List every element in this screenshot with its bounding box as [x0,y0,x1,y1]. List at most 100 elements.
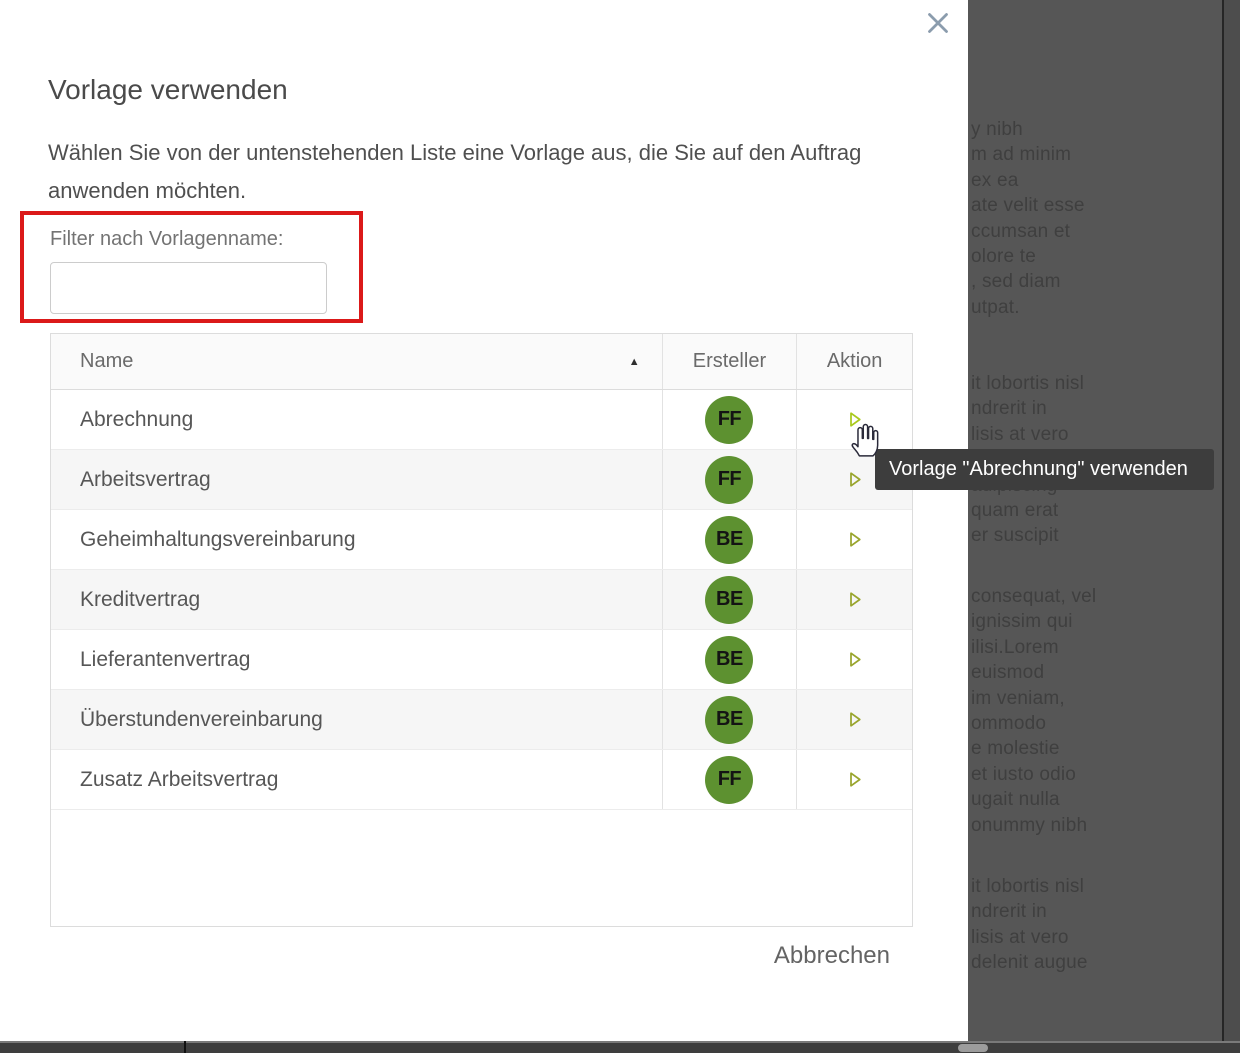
template-name: Lieferantenvertrag [51,630,663,689]
play-icon [844,709,865,730]
creator-initials: BE [716,708,743,731]
template-name: Zusatz Arbeitsvertrag [51,750,663,809]
cancel-button[interactable]: Abbrechen [774,942,890,970]
creator-cell: BE [663,570,798,629]
table-row[interactable]: Lieferantenvertrag BE [51,630,912,690]
close-button[interactable] [916,2,960,46]
table-row[interactable]: Geheimhaltungsvereinbarung BE [51,510,912,570]
templates-table: Name ▲ Ersteller Aktion Abrechnung FF [50,333,913,927]
creator-cell: BE [663,630,798,689]
background-text-line: lisis at vero [971,925,1223,950]
action-cell [797,570,912,629]
background-page-edge [1222,0,1240,1053]
use-template-button[interactable] [840,705,869,734]
column-header-name[interactable]: Name ▲ [51,334,663,389]
filter-input[interactable] [50,262,327,314]
sort-ascending-icon: ▲ [629,356,640,368]
template-name: Geheimhaltungsvereinbarung [51,510,663,569]
background-text-line: ignissim qui [971,609,1223,634]
screen: y nibhm ad minimex eaate velit esseccums… [0,0,1240,1053]
play-icon [844,469,865,490]
use-template-button[interactable] [840,765,869,794]
background-paragraph: y nibhm ad minimex eaate velit esseccums… [971,117,1223,320]
horizontal-scrollbar-thumb[interactable] [958,1044,988,1052]
background-text-line: it lobortis nisl [971,371,1223,396]
creator-badge: BE [705,696,753,744]
action-cell [797,750,912,809]
background-text-line: onummy nibh [971,813,1223,838]
template-name: Abrechnung [51,390,663,449]
creator-badge: BE [705,516,753,564]
background-text-line: olore te [971,244,1223,269]
column-header-ersteller: Ersteller [663,334,798,389]
column-header-name-label: Name [80,350,133,373]
background-text-line: , sed diam [971,269,1223,294]
background-text-line: it lobortis nisl [971,874,1223,899]
background-text-line: ndrerit in [971,396,1223,421]
background-text-line: delenit augue [971,950,1223,975]
creator-cell: FF [663,450,798,509]
use-template-button[interactable] [840,465,869,494]
creator-initials: BE [716,648,743,671]
creator-badge: FF [705,456,753,504]
background-text-line: euismod [971,660,1223,685]
background-paragraph: it lobortis nislndrerit inlisis at verod… [971,874,1223,976]
creator-initials: FF [718,408,741,431]
creator-badge: FF [705,396,753,444]
action-cell [797,690,912,749]
background-text-line: ommodo [971,711,1223,736]
template-name: Arbeitsvertrag [51,450,663,509]
table-row[interactable]: Zusatz Arbeitsvertrag FF [51,750,912,810]
use-template-button[interactable] [840,585,869,614]
background-text-line: ugait nulla [971,787,1223,812]
action-cell [797,630,912,689]
play-icon [844,589,865,610]
background-text-line: lisis at vero [971,422,1223,447]
play-icon [844,529,865,550]
background-text-line: y nibh [971,117,1223,142]
background-bottom-divider [184,1041,186,1053]
background-text-line: ccumsan et [971,219,1223,244]
hand-pointer-cursor-icon [846,420,880,458]
background-text-line: er suscipit [971,523,1223,548]
background-text-line: e molestie [971,736,1223,761]
column-header-aktion: Aktion [797,334,912,389]
creator-cell: FF [663,390,798,449]
creator-cell: BE [663,690,798,749]
action-cell [797,510,912,569]
background-text-line: et iusto odio [971,762,1223,787]
use-template-button[interactable] [840,525,869,554]
creator-initials: BE [716,588,743,611]
background-text-line: consequat, vel [971,584,1223,609]
close-icon [921,6,955,40]
background-text-line: utpat. [971,295,1223,320]
background-text-line: im veniam, [971,686,1223,711]
play-icon [844,769,865,790]
table-body: Abrechnung FF [51,390,912,810]
table-row[interactable]: Kreditvertrag BE [51,570,912,630]
dialog-description: Wählen Sie von der untenstehenden Liste … [48,134,864,210]
filter-label: Filter nach Vorlagenname: [50,228,283,251]
creator-badge: FF [705,756,753,804]
vorlage-verwenden-dialog: Vorlage verwenden Wählen Sie von der unt… [0,0,968,1041]
background-paragraph: consequat, velignissim quiilisi.Loremeui… [971,584,1223,838]
background-text-line: m ad minim [971,142,1223,167]
template-name: Überstundenvereinbarung [51,690,663,749]
background-text-line: ilisi.Lorem [971,635,1223,660]
table-header-row: Name ▲ Ersteller Aktion [51,334,912,390]
creator-badge: BE [705,576,753,624]
play-icon [844,649,865,670]
creator-cell: BE [663,510,798,569]
background-bottom-bar [0,1041,1240,1053]
background-text-line: ate velit esse [971,193,1223,218]
table-row[interactable]: Überstundenvereinbarung BE [51,690,912,750]
use-template-button[interactable] [840,645,869,674]
creator-badge: BE [705,636,753,684]
creator-initials: FF [718,768,741,791]
background-text: y nibhm ad minimex eaate velit esseccums… [971,0,1223,1053]
background-text-line: quam erat [971,498,1223,523]
creator-initials: FF [718,468,741,491]
dialog-title: Vorlage verwenden [48,74,288,106]
table-row[interactable]: Arbeitsvertrag FF [51,450,912,510]
table-row[interactable]: Abrechnung FF [51,390,912,450]
